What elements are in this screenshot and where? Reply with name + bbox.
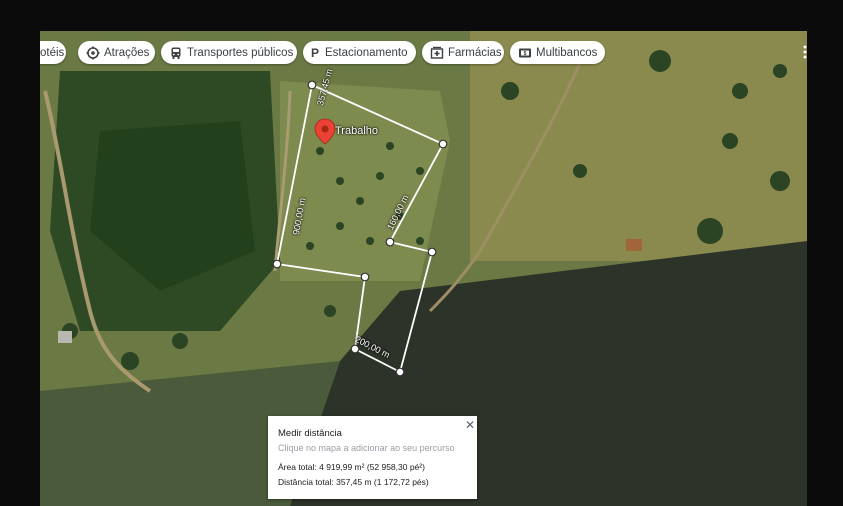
chip-attractions[interactable]: Atrações <box>78 41 155 64</box>
chip-label: Multibancos <box>536 46 598 59</box>
svg-text:$: $ <box>524 50 527 56</box>
total-area: Área total: 4 919,99 m² (52 958,30 pé²) <box>278 462 425 472</box>
filter-chip-bar: otéis Atrações Transportes públicos P Es… <box>40 41 807 65</box>
place-label[interactable]: Trabalho <box>335 125 378 137</box>
pharmacy-icon <box>430 46 444 60</box>
transit-icon <box>169 46 183 60</box>
close-icon[interactable]: ✕ <box>465 418 475 432</box>
chip-label: Farmácias <box>448 46 502 59</box>
chip-label: Estacionamento <box>325 46 408 59</box>
chip-label: otéis <box>40 46 65 59</box>
atm-icon: $ <box>518 46 532 60</box>
chip-atms[interactable]: $ Multibancos <box>510 41 605 64</box>
more-options-icon[interactable] <box>803 44 807 60</box>
chip-parking[interactable]: P Estacionamento <box>303 41 416 64</box>
parking-icon: P <box>311 45 320 60</box>
chip-hotels[interactable]: otéis <box>40 41 66 64</box>
measure-title: Medir distância <box>278 428 342 439</box>
attractions-icon <box>86 46 100 60</box>
chip-label: Transportes públicos <box>187 46 294 59</box>
chip-transit[interactable]: Transportes públicos <box>161 41 297 64</box>
measure-distance-card: ✕ Medir distância Clique no mapa a adici… <box>268 416 477 499</box>
chip-pharmacies[interactable]: Farmácias <box>422 41 504 64</box>
total-distance: Distância total: 357,45 m (1 172,72 pés) <box>278 477 429 487</box>
measure-hint: Clique no mapa a adicionar ao seu percur… <box>278 443 455 453</box>
chip-label: Atrações <box>104 46 150 59</box>
